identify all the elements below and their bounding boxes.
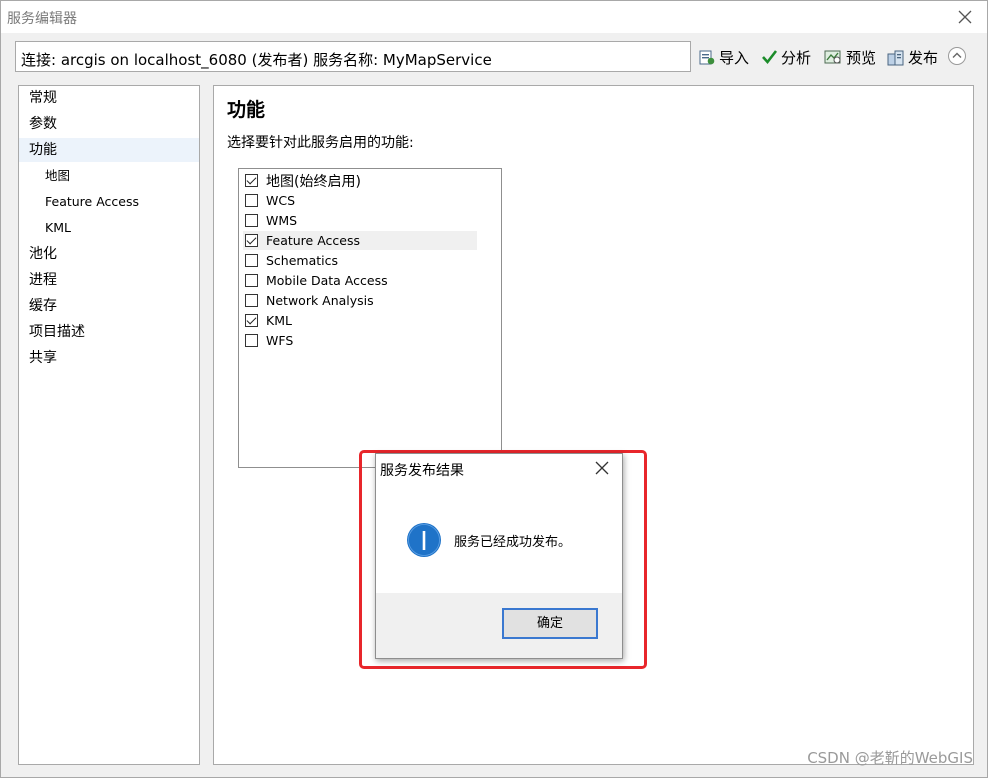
checkbox-checked[interactable] — [245, 234, 258, 247]
capability-label: 地图(始终启用) — [266, 173, 361, 190]
sidebar-item-caching[interactable]: 缓存 — [19, 294, 199, 318]
close-icon[interactable] — [594, 460, 610, 476]
sidebar-item-feature-access[interactable]: Feature Access — [19, 190, 199, 214]
window-title: 服务编辑器 — [7, 11, 77, 27]
checkbox-checked[interactable] — [245, 314, 258, 327]
analyze-button[interactable]: 分析 — [761, 46, 811, 68]
capability-label: Schematics — [266, 253, 339, 268]
capability-label: WMS — [266, 213, 298, 228]
sidebar-item-parameters[interactable]: 参数 — [19, 112, 199, 136]
preview-button[interactable]: 预览 — [824, 46, 876, 68]
capability-label: Mobile Data Access — [266, 273, 388, 288]
capability-feature-access[interactable]: Feature Access — [243, 231, 477, 250]
dialog-title: 服务发布结果 — [380, 463, 464, 479]
capability-wfs[interactable]: WFS — [243, 331, 477, 350]
import-icon — [699, 50, 715, 65]
capability-wms[interactable]: WMS — [243, 211, 477, 230]
capability-wcs[interactable]: WCS — [243, 191, 477, 210]
collapse-chevron-icon[interactable] — [947, 46, 967, 66]
info-icon — [407, 523, 441, 557]
sidebar-item-capabilities[interactable]: 功能 — [19, 138, 199, 162]
checkbox[interactable] — [245, 334, 258, 347]
checkbox[interactable] — [245, 214, 258, 227]
preview-label: 预览 — [846, 48, 877, 67]
capability-label: KML — [266, 313, 292, 328]
capability-label: WCS — [266, 193, 296, 208]
settings-sidebar: 常规 参数 功能 地图 Feature Access KML 池化 进程 缓存 … — [18, 85, 200, 765]
sidebar-item-general[interactable]: 常规 — [19, 86, 199, 110]
publish-label: 发布 — [908, 48, 939, 67]
panel-prompt: 选择要针对此服务启用的功能: — [227, 135, 414, 151]
close-icon[interactable] — [955, 7, 975, 27]
dialog-message: 服务已经成功发布。 — [454, 535, 572, 550]
sidebar-item-sharing[interactable]: 共享 — [19, 346, 199, 370]
sidebar-item-item-description[interactable]: 项目描述 — [19, 320, 199, 344]
sidebar-item-kml[interactable]: KML — [19, 216, 199, 240]
title-bar: 服务编辑器 — [1, 1, 987, 33]
import-label: 导入 — [719, 48, 750, 67]
checkbox[interactable] — [245, 254, 258, 267]
sidebar-item-map[interactable]: 地图 — [19, 164, 199, 188]
watermark-text: CSDN @老靳的WebGIS — [807, 749, 973, 767]
map-preview-icon — [824, 50, 841, 64]
checkbox-checked[interactable] — [245, 174, 258, 187]
capability-schematics[interactable]: Schematics — [243, 251, 477, 270]
checkbox[interactable] — [245, 274, 258, 287]
ok-button[interactable]: 确定 — [502, 608, 598, 639]
publish-button[interactable]: 发布 — [886, 46, 938, 68]
sidebar-item-pooling[interactable]: 池化 — [19, 242, 199, 266]
connection-info: 连接: arcgis on localhost_6080 (发布者) 服务名称:… — [15, 41, 691, 72]
capability-label: WFS — [266, 333, 294, 348]
capability-label: Network Analysis — [266, 293, 374, 308]
capability-label: Feature Access — [266, 233, 361, 248]
capability-network-analysis[interactable]: Network Analysis — [243, 291, 477, 310]
sidebar-item-processes[interactable]: 进程 — [19, 268, 199, 292]
import-button[interactable]: 导入 — [698, 46, 749, 68]
capability-map[interactable]: 地图(始终启用) — [243, 171, 477, 190]
checkmark-icon — [762, 50, 778, 65]
publish-server-icon — [887, 50, 904, 65]
publish-result-dialog: 服务发布结果 服务已经成功发布。 确定 — [375, 453, 623, 659]
checkbox[interactable] — [245, 194, 258, 207]
capabilities-list: 地图(始终启用) WCS WMS Feature Access Schemati… — [238, 168, 502, 468]
service-editor-window: 服务编辑器 连接: arcgis on localhost_6080 (发布者)… — [0, 0, 988, 778]
panel-heading: 功能 — [227, 99, 266, 121]
capability-kml[interactable]: KML — [243, 311, 477, 330]
analyze-label: 分析 — [781, 48, 812, 67]
capability-mobile-data-access[interactable]: Mobile Data Access — [243, 271, 477, 290]
checkbox[interactable] — [245, 294, 258, 307]
